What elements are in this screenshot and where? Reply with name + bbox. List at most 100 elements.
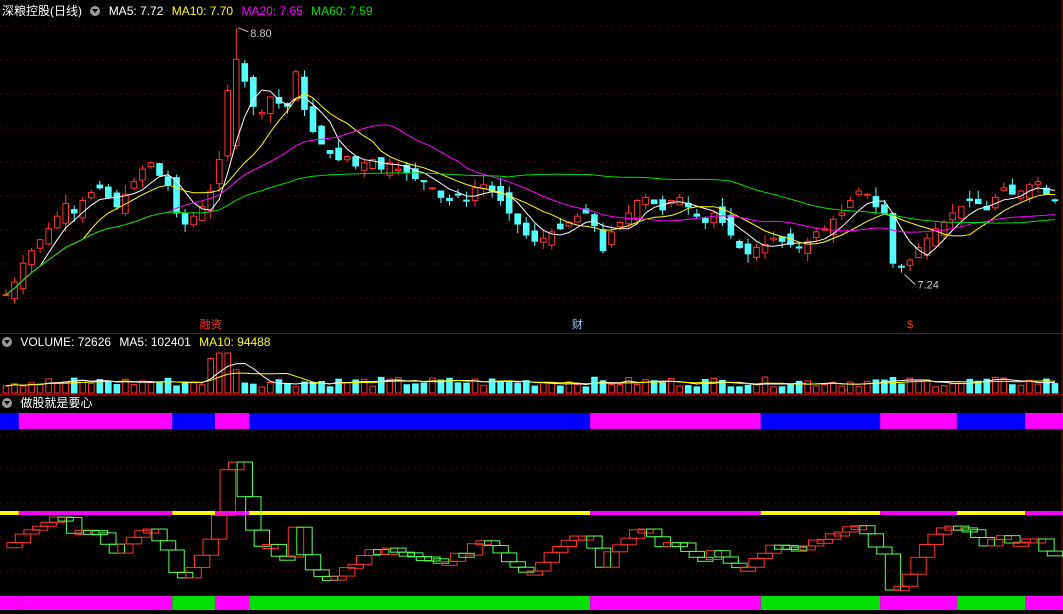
stock-title[interactable]: 深粮控股(日线) bbox=[2, 4, 82, 18]
volume-bar bbox=[548, 382, 556, 394]
volume-bar bbox=[420, 382, 428, 394]
volume-bar bbox=[198, 384, 206, 394]
volume-ma10-label: MA10: 94488 bbox=[199, 335, 271, 349]
candle bbox=[446, 197, 453, 201]
volume-bar bbox=[761, 376, 769, 394]
indicator-box bbox=[535, 561, 552, 572]
indicator-box bbox=[125, 536, 143, 545]
volume-bar bbox=[156, 381, 163, 394]
candle bbox=[864, 193, 871, 196]
volume-bar bbox=[190, 382, 197, 394]
indicator-box bbox=[705, 550, 723, 561]
candle bbox=[812, 231, 820, 238]
low-label: 7.24 bbox=[917, 280, 938, 292]
signal-band bbox=[172, 413, 215, 429]
indicator-box bbox=[1038, 538, 1055, 552]
candle bbox=[616, 221, 624, 228]
volume-bar bbox=[949, 383, 956, 394]
indicator-box bbox=[654, 536, 671, 548]
candle bbox=[574, 215, 581, 223]
high-label: 8.80 bbox=[250, 28, 271, 40]
candle bbox=[147, 162, 155, 168]
indicator-box bbox=[134, 530, 151, 538]
volume-bar bbox=[1026, 379, 1033, 394]
candle bbox=[881, 204, 888, 214]
volume-bar bbox=[215, 352, 223, 394]
indicator-box bbox=[168, 549, 185, 573]
volume-bar bbox=[1017, 384, 1025, 394]
volume-bar bbox=[591, 376, 598, 394]
candle bbox=[650, 199, 658, 205]
indicator-box bbox=[935, 527, 953, 535]
candle bbox=[105, 186, 112, 198]
volume-bar bbox=[522, 380, 530, 394]
candle bbox=[463, 199, 470, 202]
volume-bar bbox=[164, 377, 172, 394]
signal-midline bbox=[956, 511, 1026, 515]
indicator-legend: 做股就是要心 bbox=[2, 395, 97, 411]
signal-band bbox=[760, 413, 881, 429]
indicator-box bbox=[867, 533, 885, 548]
indicator-chart[interactable] bbox=[0, 395, 1063, 614]
indicator-box bbox=[313, 569, 330, 577]
candle bbox=[113, 192, 121, 208]
indicator-box bbox=[501, 552, 518, 563]
volume-bar bbox=[1000, 377, 1008, 394]
indicator-box bbox=[901, 573, 919, 587]
indicator-box bbox=[151, 528, 168, 542]
volume-bar bbox=[292, 386, 300, 394]
candle bbox=[130, 181, 138, 189]
price-legend: 深粮控股(日线) MA5: 7.72 MA10: 7.70 MA20: 7.65… bbox=[2, 3, 378, 19]
indicator-box bbox=[714, 550, 731, 558]
volume-bar bbox=[1009, 384, 1016, 394]
candle bbox=[1000, 187, 1008, 191]
candle bbox=[45, 228, 52, 245]
indicator-box bbox=[910, 556, 927, 575]
volume-bar bbox=[463, 382, 470, 394]
candle bbox=[727, 214, 735, 236]
volume-bar bbox=[787, 384, 794, 394]
dropdown-icon[interactable] bbox=[90, 6, 101, 16]
volume-bar bbox=[557, 385, 564, 394]
indicator-box bbox=[492, 545, 509, 554]
price-chart[interactable]: 8.80 7.24 融资 财 $ bbox=[0, 0, 1063, 333]
volume-bar bbox=[812, 385, 820, 394]
volume-bar bbox=[309, 382, 317, 394]
signal-band bbox=[880, 413, 957, 429]
candle bbox=[19, 262, 27, 290]
indicator-dropdown-icon[interactable] bbox=[2, 398, 12, 408]
indicator-box bbox=[296, 526, 313, 556]
candle bbox=[855, 190, 863, 195]
indicator-box bbox=[850, 525, 868, 531]
candle bbox=[514, 213, 522, 225]
candle bbox=[36, 239, 44, 249]
indicator-box bbox=[978, 536, 995, 547]
indicator-box bbox=[1029, 538, 1047, 544]
candle bbox=[258, 112, 266, 115]
candle bbox=[395, 168, 402, 172]
indicator-box bbox=[884, 553, 902, 591]
volume-dropdown-icon[interactable] bbox=[2, 337, 12, 347]
volume-bar bbox=[574, 384, 581, 394]
volume-ma10-line bbox=[5, 372, 1056, 387]
indicator-box bbox=[680, 542, 697, 552]
signal-midline bbox=[590, 511, 761, 515]
volume-bar bbox=[633, 384, 641, 394]
signal-bottom bbox=[172, 596, 215, 610]
candle bbox=[838, 212, 846, 216]
indicator-box bbox=[356, 554, 373, 565]
signal-bottom bbox=[590, 596, 761, 610]
candle bbox=[292, 71, 300, 101]
indicator-box bbox=[748, 557, 765, 568]
volume-bar bbox=[429, 377, 436, 394]
candle bbox=[70, 209, 78, 214]
indicator-name: 做股就是要心 bbox=[20, 396, 93, 410]
indicator-box bbox=[594, 547, 612, 568]
volume-bar bbox=[343, 382, 351, 394]
volume-bar bbox=[284, 383, 291, 394]
ma5-label: MA5: 7.72 bbox=[108, 4, 164, 18]
volume-bar bbox=[932, 386, 939, 394]
volume-bar bbox=[710, 377, 718, 394]
candle bbox=[335, 147, 342, 161]
candle bbox=[949, 212, 956, 221]
